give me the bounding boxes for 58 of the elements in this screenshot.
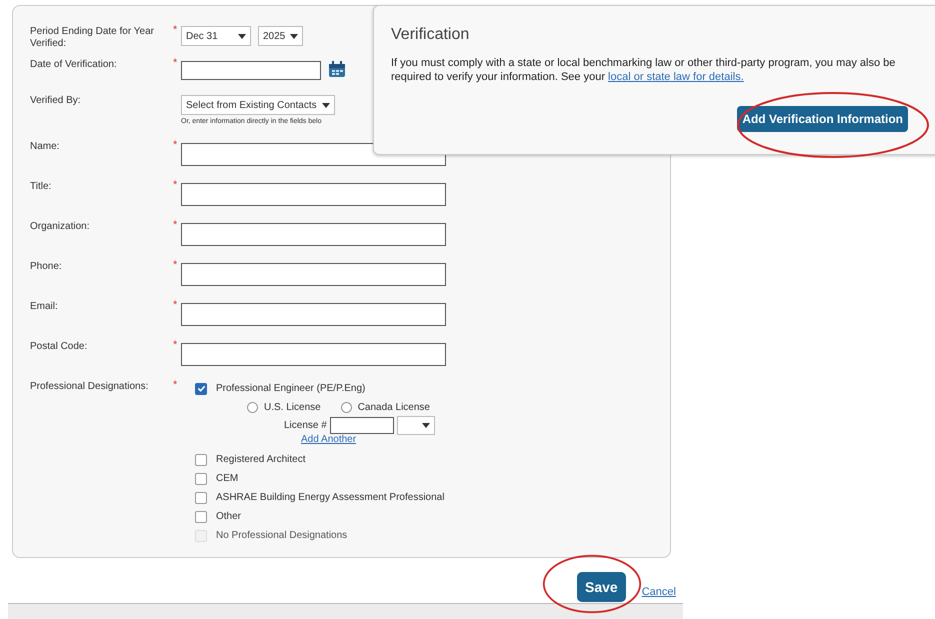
field-label: Email: [30, 300, 59, 313]
required-asterisk: * [173, 339, 178, 351]
license-field[interactable] [330, 416, 394, 434]
radio-label: Canada License [358, 402, 430, 412]
dialog-title: Verification [391, 26, 470, 44]
field-label: Postal Code: [30, 340, 88, 353]
field-label: Period Ending Date for Year Verified: [30, 25, 155, 50]
required-asterisk: * [173, 57, 178, 69]
dialog-text: If you must comply with a state or local benchmarking law or other third-party program, you may also be required to verify your information. See your local or state law for details. [391, 56, 896, 84]
cancel-link[interactable]: Cancel [642, 576, 676, 598]
field-label: Verified By: [30, 94, 82, 107]
text-field[interactable] [181, 303, 446, 326]
add-verification-button[interactable]: Add Verification Information [737, 106, 908, 132]
checkbox-label: No Professional Designations [216, 530, 348, 541]
contacts-dropdown[interactable]: Select from Existing Contacts [181, 95, 335, 115]
required-asterisk: * [173, 139, 178, 151]
field-label: Organization: [30, 220, 90, 233]
radio-button[interactable] [340, 402, 352, 412]
text-field[interactable] [181, 263, 446, 286]
field-label: Title: [30, 180, 52, 193]
checkbox-label: Other [216, 511, 242, 522]
radio-button[interactable] [247, 402, 258, 412]
license-dropdown[interactable] [396, 416, 435, 434]
radio-label: U.S. License [264, 402, 321, 412]
caret-icon [422, 422, 430, 428]
required-asterisk: * [173, 24, 178, 36]
required-asterisk: * [173, 299, 178, 311]
checkbox[interactable] [195, 382, 207, 394]
required-asterisk: * [173, 219, 178, 231]
checkbox[interactable] [195, 454, 207, 466]
day-dropdown[interactable]: Dec 31 [181, 26, 251, 46]
date-field[interactable] [181, 61, 321, 80]
checkbox[interactable] [195, 510, 207, 522]
year-dropdown[interactable]: 2025 [258, 26, 304, 46]
checkbox-label: CEM [216, 473, 238, 484]
checkbox-label: ASHRAE Building Energy Assessment Professional [216, 492, 444, 503]
checkbox[interactable] [195, 472, 207, 484]
checkbox[interactable] [195, 492, 207, 504]
checkbox-label: Professional Engineer (PE/P.Eng) [216, 383, 366, 394]
field-label: Date of Verification: [30, 58, 118, 71]
save-button[interactable]: Save [577, 572, 626, 602]
law-link[interactable]: local or state law for details. [608, 71, 744, 83]
text-field[interactable] [181, 343, 446, 366]
text-field[interactable] [181, 183, 446, 206]
calendar-icon[interactable] [328, 61, 346, 78]
add-another-link[interactable]: Add Another [301, 434, 356, 445]
license-label: License # [284, 420, 327, 430]
checkbox-label: Registered Architect [216, 454, 306, 465]
required-asterisk: * [173, 179, 178, 191]
field-label: Professional Designations: [30, 380, 150, 393]
text-field[interactable] [181, 223, 446, 246]
field-label: Phone: [30, 260, 63, 273]
required-asterisk: * [173, 259, 178, 271]
caret-icon [290, 34, 298, 38]
caret-icon [238, 34, 246, 38]
required-asterisk: * [173, 379, 178, 391]
caret-icon [322, 102, 330, 108]
field-label: Name: [30, 140, 60, 153]
